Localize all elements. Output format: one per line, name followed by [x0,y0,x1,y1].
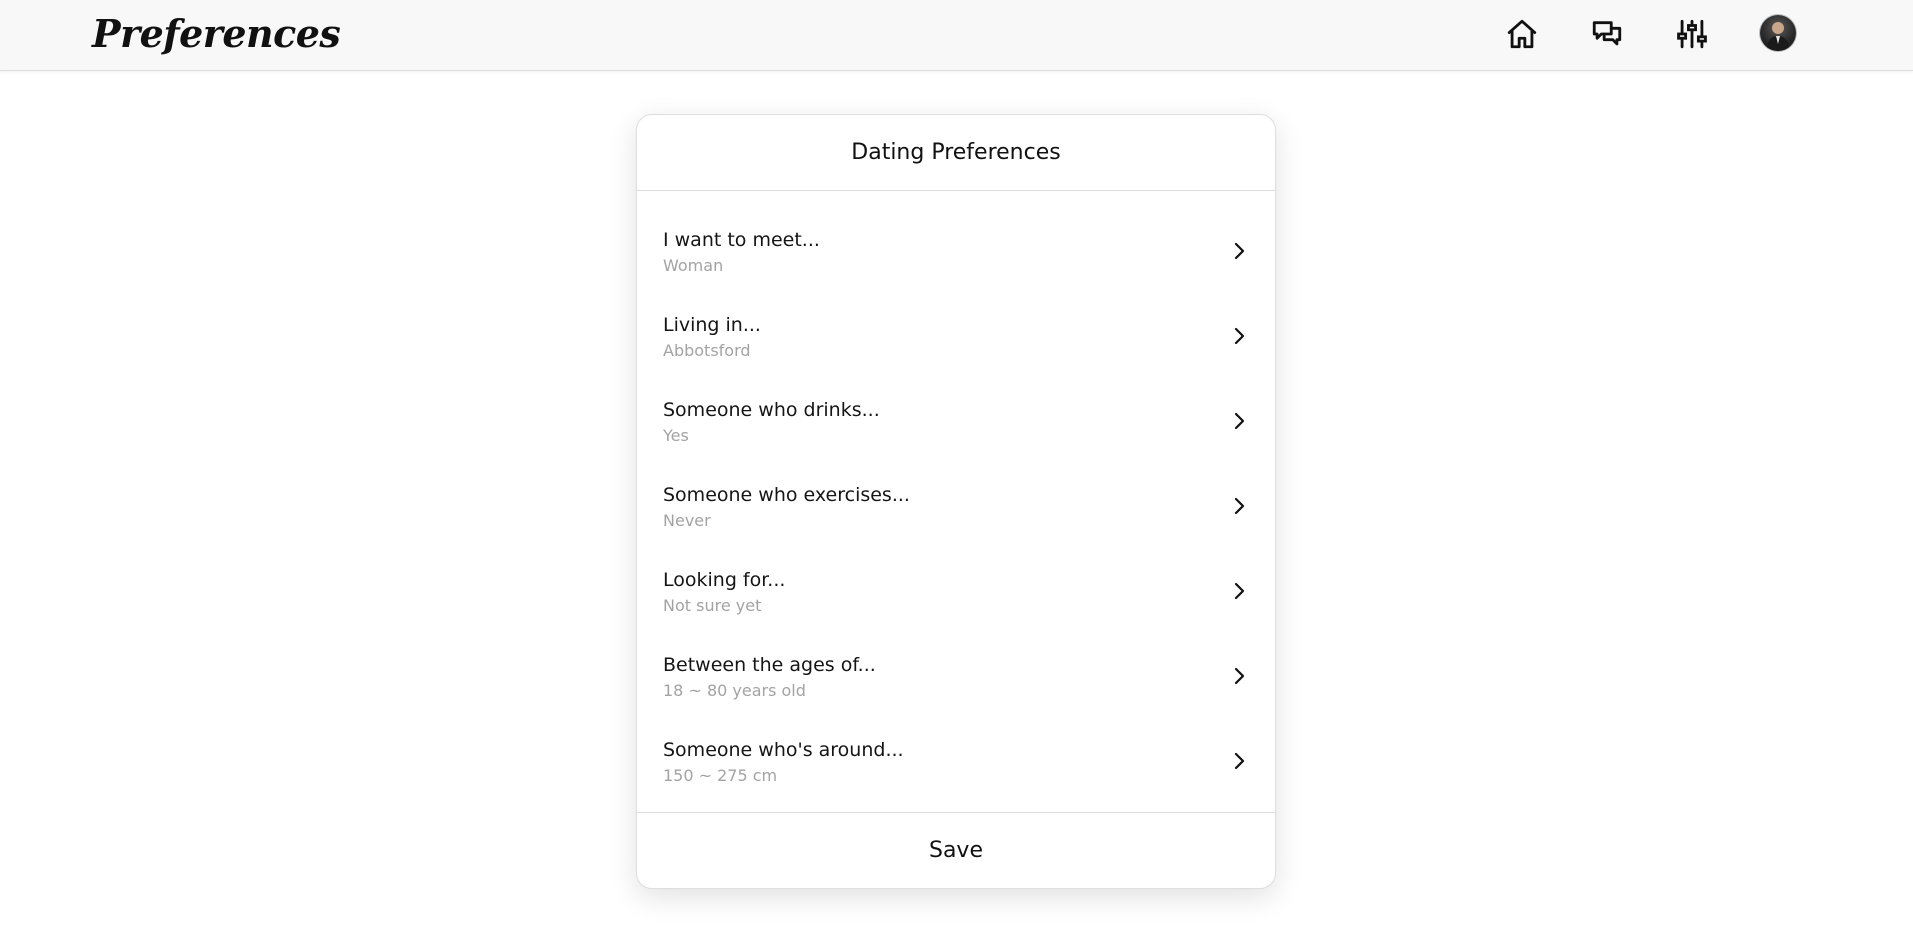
pref-item-value: Yes [663,426,689,445]
chevron-right-icon [1234,327,1245,345]
chevron-right-icon [1234,497,1245,515]
pref-item-location[interactable]: Living in... Abbotsford [637,296,1275,381]
user-avatar[interactable] [1760,15,1796,51]
pref-item-title: Between the ages of... [663,654,876,676]
pref-item-looking-for[interactable]: Looking for... Not sure yet [637,551,1275,636]
pref-item-age-range[interactable]: Between the ages of... 18 ~ 80 years old [637,636,1275,721]
chat-icon[interactable] [1587,14,1627,54]
pref-item-title: Someone who exercises... [663,484,910,506]
pref-item-exercises[interactable]: Someone who exercises... Never [637,466,1275,551]
preferences-list: I want to meet... Woman Living in... Abb… [637,191,1275,806]
pref-item-drinks[interactable]: Someone who drinks... Yes [637,381,1275,466]
chevron-right-icon [1234,667,1245,685]
top-nav-bar: Preferences [0,0,1913,71]
card-footer: Save [637,812,1275,888]
save-button[interactable]: Save [905,830,1007,871]
pref-item-value: Never [663,511,711,530]
pref-item-title: Looking for... [663,569,786,591]
sliders-icon[interactable] [1672,14,1712,54]
pref-item-title: I want to meet... [663,229,820,251]
pref-item-title: Someone who drinks... [663,399,880,421]
pref-item-title: Living in... [663,314,761,336]
pref-item-value: Abbotsford [663,341,751,360]
pref-item-value: 18 ~ 80 years old [663,681,806,700]
chevron-right-icon [1234,412,1245,430]
chevron-right-icon [1234,752,1245,770]
pref-item-value: Not sure yet [663,596,762,615]
card-title: Dating Preferences [637,115,1275,191]
pref-item-value: Woman [663,256,724,275]
pref-item-height-range[interactable]: Someone who's around... 150 ~ 275 cm [637,721,1275,806]
home-icon[interactable] [1502,14,1542,54]
pref-item-meet[interactable]: I want to meet... Woman [637,211,1275,296]
page-brand-title: Preferences [92,11,341,56]
dating-preferences-card: Dating Preferences I want to meet... Wom… [636,114,1276,889]
chevron-right-icon [1234,242,1245,260]
pref-item-title: Someone who's around... [663,739,904,761]
chevron-right-icon [1234,582,1245,600]
pref-item-value: 150 ~ 275 cm [663,766,778,785]
